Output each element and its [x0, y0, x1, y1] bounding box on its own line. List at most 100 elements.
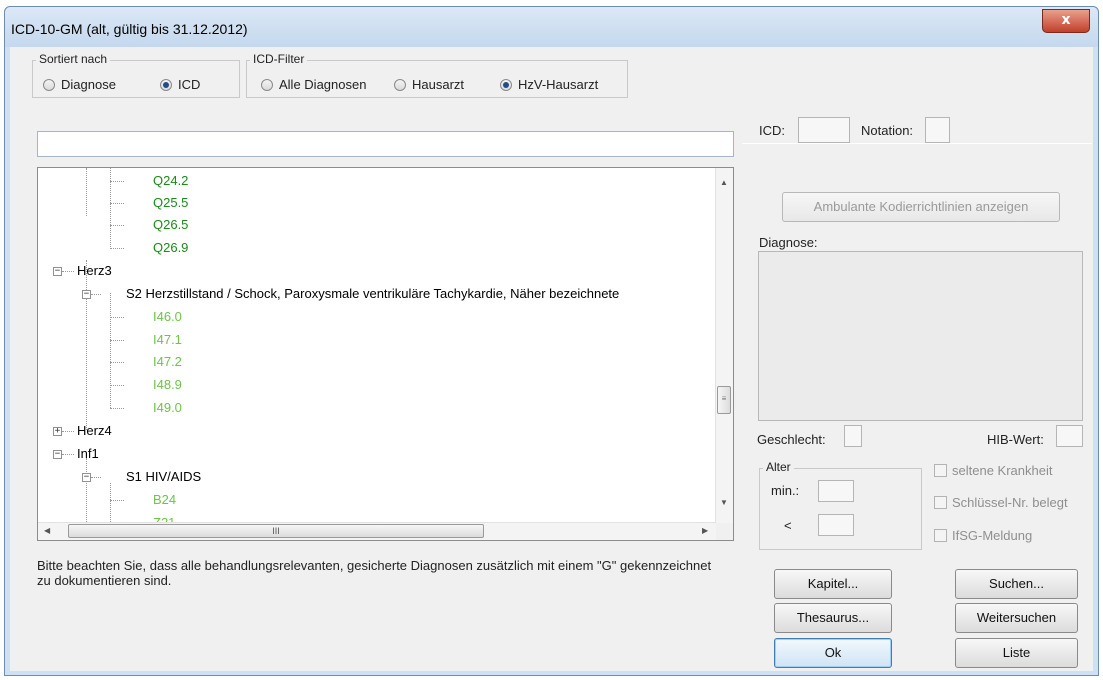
alter-min-field	[818, 480, 854, 502]
seltene-krankheit-checkbox[interactable]: seltene Krankheit	[934, 463, 1052, 478]
scroll-up-icon[interactable]: ▲	[720, 178, 728, 187]
sort-icd-radio[interactable]: ICD	[160, 77, 200, 92]
hib-label: HIB-Wert:	[987, 432, 1044, 447]
radio-label: Hausarzt	[412, 77, 465, 92]
radio-label: HzV-Hausarzt	[518, 77, 599, 92]
collapse-icon[interactable]: −	[82, 290, 91, 299]
close-button[interactable]: x	[1042, 9, 1090, 33]
hib-field	[1056, 425, 1083, 447]
icd-filter-group: ICD-Filter Alle Diagnosen Hausarzt HzV-H…	[246, 52, 628, 98]
scroll-down-icon[interactable]: ▼	[720, 498, 728, 507]
ifsg-meldung-checkbox[interactable]: IfSG-Meldung	[934, 528, 1032, 543]
scroll-right-icon[interactable]: ▶	[702, 526, 708, 535]
vertical-scrollbar[interactable]: ▲ ≡ ▼	[715, 168, 733, 524]
schluessel-belegt-checkbox[interactable]: Schlüssel-Nr. belegt	[934, 495, 1068, 510]
sort-group: Sortiert nach Diagnose ICD	[32, 52, 240, 98]
lt-label: <	[784, 518, 792, 533]
tree-line	[62, 271, 74, 272]
tree-item-herz4[interactable]: Herz4	[77, 423, 112, 438]
tree-item-i49-0[interactable]: I49.0	[153, 400, 182, 415]
tree-line	[110, 362, 124, 363]
horizontal-scrollbar[interactable]: ◀ III ▶	[38, 522, 716, 540]
alter-group: Alter min.: <	[759, 460, 922, 550]
thesaurus-button[interactable]: Thesaurus...	[774, 603, 892, 633]
collapse-icon[interactable]: −	[53, 450, 62, 459]
tree-line	[91, 294, 101, 295]
tree-item-q26-9[interactable]: Q26.9	[153, 240, 188, 255]
tree-line	[86, 458, 87, 528]
tree-item-b24[interactable]: B24	[153, 492, 176, 507]
tree-item-herz3[interactable]: Herz3	[77, 263, 112, 278]
tree-item-i48-9[interactable]: I48.9	[153, 377, 182, 392]
search-input[interactable]	[37, 131, 734, 157]
icd-tree[interactable]: − − + − − Q24.2 Q25.5 Q26.5 Q26.9 Herz3 …	[37, 167, 734, 541]
tree-line	[110, 181, 124, 182]
sort-diagnose-radio[interactable]: Diagnose	[43, 77, 116, 92]
tree-item-q25-5[interactable]: Q25.5	[153, 195, 188, 210]
tree-item-i46-0[interactable]: I46.0	[153, 309, 182, 324]
tree-line	[86, 260, 87, 430]
radio-label: Alle Diagnosen	[279, 77, 367, 92]
tree-line	[110, 317, 124, 318]
collapse-icon[interactable]: −	[82, 473, 91, 482]
tree-line	[110, 248, 124, 249]
alter-legend: Alter	[763, 460, 794, 474]
expand-icon[interactable]: +	[53, 427, 62, 436]
tree-line	[110, 385, 124, 386]
ok-button[interactable]: Ok	[774, 638, 892, 668]
radio-indicator	[394, 78, 406, 91]
notation-label: Notation:	[861, 123, 914, 138]
kapitel-button[interactable]: Kapitel...	[774, 569, 892, 599]
checkbox-box	[934, 464, 947, 477]
geschlecht-label: Geschlecht:	[757, 432, 826, 447]
radio-indicator	[261, 78, 273, 91]
filter-hzv-radio[interactable]: HzV-Hausarzt	[500, 77, 598, 92]
checkbox-box	[934, 496, 947, 509]
tree-item-inf1[interactable]: Inf1	[77, 446, 99, 461]
tree-item-i47-2[interactable]: I47.2	[153, 354, 182, 369]
tree-line	[62, 431, 74, 432]
alter-max-field	[818, 514, 854, 536]
min-label: min.:	[771, 483, 800, 498]
horizontal-scroll-thumb[interactable]: III	[68, 524, 484, 538]
liste-button[interactable]: Liste	[955, 638, 1078, 668]
window-title: ICD-10-GM (alt, gültig bis 31.12.2012)	[11, 21, 248, 37]
icd-label: ICD:	[759, 123, 785, 138]
diagnose-text	[758, 251, 1083, 421]
checkbox-label: seltene Krankheit	[952, 463, 1053, 478]
checkbox-label: Schlüssel-Nr. belegt	[952, 495, 1068, 510]
dialog-client: Sortiert nach Diagnose ICD ICD-Filter Al…	[10, 47, 1093, 671]
radio-indicator	[160, 78, 172, 91]
tree-line	[91, 477, 101, 478]
filter-legend: ICD-Filter	[250, 52, 308, 66]
scrollbar-corner	[716, 523, 733, 540]
hint-text: Bitte beachten Sie, dass alle behandlung…	[37, 558, 712, 588]
notation-field	[925, 117, 950, 143]
radio-label: ICD	[178, 77, 201, 92]
scroll-left-icon[interactable]: ◀	[44, 526, 50, 535]
tree-item-q26-5[interactable]: Q26.5	[153, 217, 188, 232]
tree-item-s2[interactable]: S2 Herzstillstand / Schock, Paroxysmale …	[126, 286, 619, 301]
kodierrichtlinien-button[interactable]: Ambulante Kodierrichtlinien anzeigen	[782, 192, 1060, 222]
tree-line	[86, 168, 87, 216]
collapse-icon[interactable]: −	[53, 267, 62, 276]
separator	[742, 143, 1092, 144]
checkbox-box	[934, 529, 947, 542]
sort-legend: Sortiert nach	[36, 52, 111, 66]
tree-item-q24-2[interactable]: Q24.2	[153, 173, 188, 188]
checkbox-label: IfSG-Meldung	[952, 528, 1033, 543]
tree-line	[110, 408, 124, 409]
suchen-button[interactable]: Suchen...	[955, 569, 1078, 599]
tree-item-i47-1[interactable]: I47.1	[153, 332, 182, 347]
title-bar[interactable]: ICD-10-GM (alt, gültig bis 31.12.2012) x	[5, 7, 1098, 47]
radio-indicator	[500, 78, 512, 91]
filter-alle-radio[interactable]: Alle Diagnosen	[261, 77, 366, 92]
radio-indicator	[43, 78, 55, 91]
tree-line	[110, 293, 111, 408]
vertical-scroll-thumb[interactable]: ≡	[717, 386, 731, 414]
tree-item-s1[interactable]: S1 HIV/AIDS	[126, 469, 201, 484]
icd-field	[798, 117, 850, 143]
filter-hausarzt-radio[interactable]: Hausarzt	[394, 77, 464, 92]
weitersuchen-button[interactable]: Weitersuchen	[955, 603, 1078, 633]
tree-line	[62, 454, 74, 455]
